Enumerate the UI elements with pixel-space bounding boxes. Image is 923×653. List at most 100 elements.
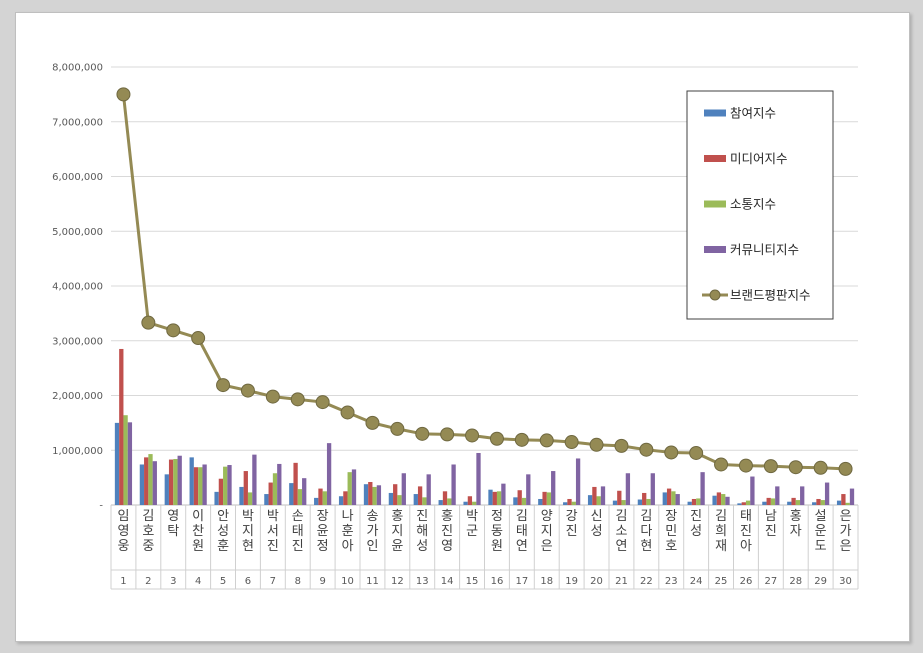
bar xyxy=(376,485,382,505)
bar xyxy=(766,497,771,505)
bar xyxy=(737,503,742,505)
category-index-label: 25 xyxy=(715,576,728,587)
brand-index-point xyxy=(813,460,828,475)
brand-index-point xyxy=(290,392,305,407)
category-label: 장민호 xyxy=(665,509,677,554)
category-index-label: 22 xyxy=(640,576,653,587)
bar xyxy=(202,464,207,505)
bar xyxy=(800,486,805,505)
y-tick-label: 7,000,000 xyxy=(52,117,103,128)
bar xyxy=(214,491,219,505)
category-label: 진해성 xyxy=(416,509,428,554)
bar xyxy=(625,473,631,505)
category-label: 은가은 xyxy=(840,509,852,554)
category-label: 강진 xyxy=(566,509,578,539)
legend-point-marker xyxy=(709,289,721,301)
category-index-label: 23 xyxy=(665,576,678,587)
bar xyxy=(596,496,601,505)
bar xyxy=(671,491,676,505)
bar xyxy=(691,498,697,505)
category-label: 신성 xyxy=(591,509,603,539)
bar xyxy=(816,498,821,505)
bar xyxy=(223,466,228,505)
bar xyxy=(662,492,667,505)
category-index-label: 24 xyxy=(690,576,703,587)
bar xyxy=(542,491,547,505)
brand-index-point xyxy=(116,87,131,102)
y-tick-label: 3,000,000 xyxy=(52,336,103,347)
bar xyxy=(144,457,149,505)
category-index-label: 1 xyxy=(120,576,126,587)
category-index-label: 13 xyxy=(416,576,429,587)
brand-index-point xyxy=(564,435,579,450)
category-index-label: 6 xyxy=(245,576,251,587)
bar xyxy=(492,491,497,505)
bar xyxy=(612,500,618,505)
bar xyxy=(551,471,556,505)
brand-index-point xyxy=(763,459,778,474)
brand-index-point xyxy=(714,457,729,472)
legend-swatch xyxy=(704,109,726,117)
category-index-label: 10 xyxy=(341,576,354,587)
bar xyxy=(849,488,855,505)
legend-label: 소통지수 xyxy=(730,197,776,212)
bar xyxy=(496,491,502,505)
bar xyxy=(351,469,357,505)
category-label: 장윤정 xyxy=(317,509,329,554)
bar xyxy=(164,474,169,505)
bar xyxy=(422,497,427,505)
bar xyxy=(114,422,120,505)
bar xyxy=(119,348,124,505)
bar xyxy=(198,467,203,505)
bar xyxy=(770,498,776,505)
brand-index-point xyxy=(240,383,255,398)
brand-index-point xyxy=(340,405,355,420)
bar xyxy=(372,486,377,505)
bar xyxy=(642,492,647,505)
category-index-label: 20 xyxy=(590,576,603,587)
category-index-label: 26 xyxy=(740,576,753,587)
bar xyxy=(451,464,456,505)
legend: 참여지수미디어지수소통지수커뮤니티지수브랜드평판지수 xyxy=(686,90,834,320)
category-index-label: 15 xyxy=(466,576,479,587)
bar xyxy=(218,478,224,505)
brand-index-point xyxy=(191,331,206,346)
category-label: 이찬원 xyxy=(192,509,204,554)
bar xyxy=(791,497,796,505)
bar xyxy=(745,500,751,505)
bar xyxy=(513,497,518,505)
legend-swatch xyxy=(704,155,726,162)
brand-index-point xyxy=(489,431,504,446)
legend-swatch xyxy=(704,200,726,208)
category-index-label: 12 xyxy=(391,576,404,587)
brand-index-point xyxy=(614,438,629,453)
category-label: 박지현 xyxy=(242,509,254,554)
bar xyxy=(252,454,257,505)
category-label: 송가인 xyxy=(366,509,378,554)
bar xyxy=(447,498,452,505)
category-label: 양지은 xyxy=(541,509,553,554)
bar xyxy=(173,459,178,505)
bar xyxy=(476,452,481,505)
brand-index-point xyxy=(265,389,280,404)
category-index-label: 16 xyxy=(491,576,504,587)
bar xyxy=(397,495,402,505)
bar xyxy=(189,457,194,505)
bar xyxy=(750,476,755,505)
bar xyxy=(687,501,692,505)
category-label: 김태연 xyxy=(516,509,528,554)
bar xyxy=(438,500,443,505)
bar xyxy=(775,486,780,505)
bar xyxy=(426,474,431,505)
chart-svg: - 1,000,000 2,000,000 3,000,000 4,000,000 5,0… xyxy=(52,63,859,590)
bar xyxy=(326,443,332,505)
brand-index-point xyxy=(315,395,330,410)
category-label: 홍자 xyxy=(790,509,802,539)
bar xyxy=(650,473,655,505)
bar xyxy=(413,494,418,505)
bar xyxy=(177,455,182,505)
brand-index-point xyxy=(166,323,181,338)
category-index-label: 7 xyxy=(270,576,276,587)
bar xyxy=(575,458,581,505)
bar xyxy=(193,467,199,505)
